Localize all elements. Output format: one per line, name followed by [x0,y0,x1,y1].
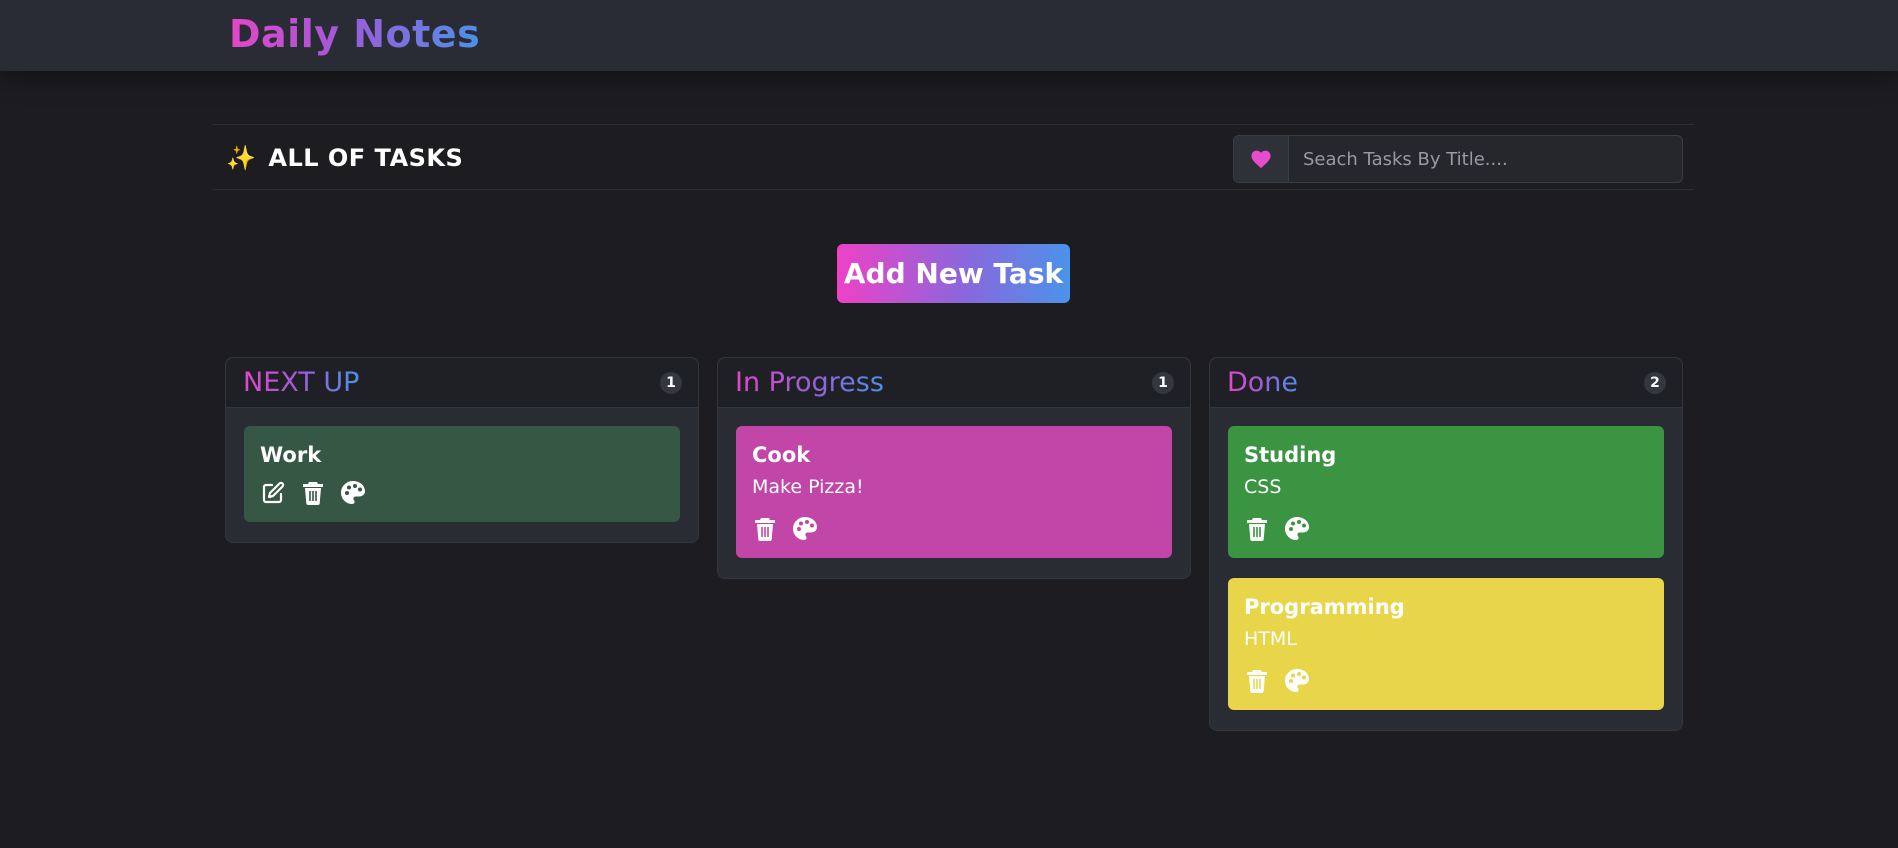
column-header: In Progress 1 [718,358,1190,408]
top-navbar: Daily Notes [0,0,1898,71]
edit-icon[interactable] [260,480,286,506]
search-box [1233,135,1683,183]
column-count-badge: 1 [1152,372,1174,394]
column-title: Done [1227,367,1299,398]
task-card[interactable]: Programming HTML [1228,578,1664,710]
column-title: NEXT UP [243,367,360,398]
palette-icon[interactable] [1284,668,1310,694]
task-title: Programming [1244,595,1405,619]
palette-icon[interactable] [340,480,366,506]
sparkles-icon: ✨ [226,144,257,172]
task-description: CSS [1244,476,1282,498]
column-count-badge: 2 [1644,372,1666,394]
page-heading: ✨ ALL OF TASKS [226,144,463,172]
trash-icon[interactable] [1244,516,1270,542]
column-done: Done 2 Studing CSS Programming HTML [1209,357,1683,731]
column-header: Done 2 [1210,358,1682,408]
column-count-badge: 1 [660,372,682,394]
search-input[interactable] [1289,136,1682,182]
trash-icon[interactable] [300,480,326,506]
column-header: NEXT UP 1 [226,358,698,408]
column-in-progress: In Progress 1 Cook Make Pizza! [717,357,1191,579]
add-new-task-button[interactable]: Add New Task [837,244,1070,303]
task-title: Studing [1244,443,1337,467]
heart-icon [1234,136,1289,182]
app-title[interactable]: Daily Notes [229,10,480,58]
page-heading-label: ALL OF TASKS [268,144,464,172]
palette-icon[interactable] [1284,516,1310,542]
task-description: Make Pizza! [752,476,864,498]
column-title: In Progress [735,367,884,398]
task-card[interactable]: Studing CSS [1228,426,1664,558]
tasks-toolbar: ✨ ALL OF TASKS [212,124,1694,190]
task-description: HTML [1244,628,1297,650]
palette-icon[interactable] [792,516,818,542]
task-card[interactable]: Work [244,426,680,522]
task-title: Cook [752,443,811,467]
column-next-up: NEXT UP 1 Work [225,357,699,543]
trash-icon[interactable] [1244,668,1270,694]
task-card[interactable]: Cook Make Pizza! [736,426,1172,558]
task-title: Work [260,443,322,467]
trash-icon[interactable] [752,516,778,542]
